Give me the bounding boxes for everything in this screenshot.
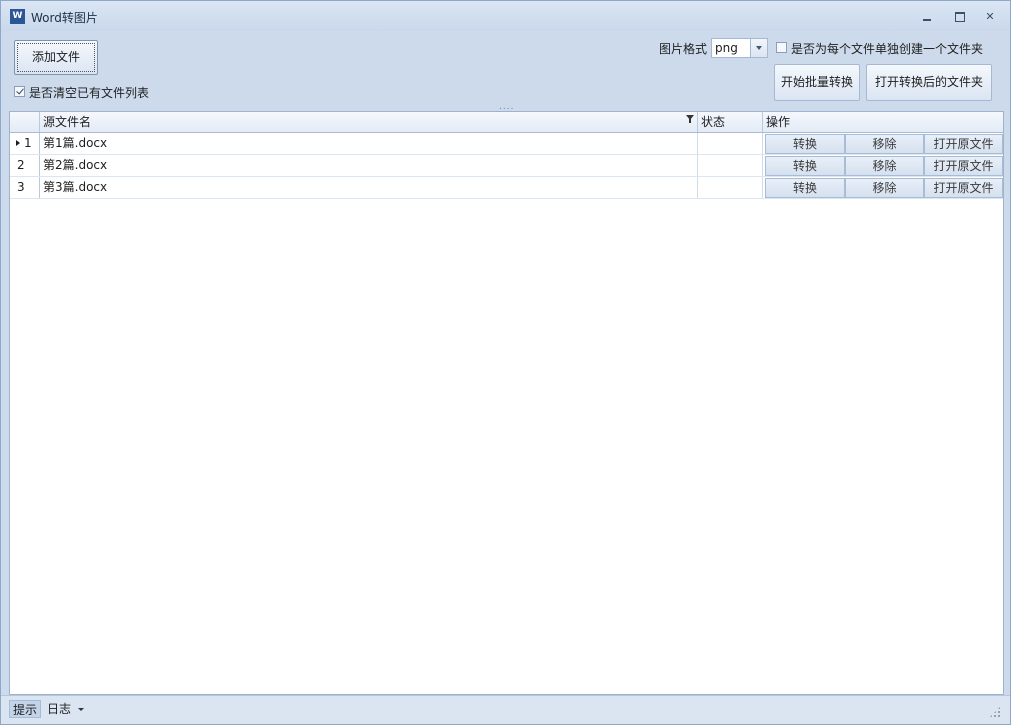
remove-button[interactable]: 移除 [845,134,924,154]
add-file-button[interactable]: 添加文件 [14,40,98,75]
row-indicator[interactable]: 2 [10,155,40,176]
convert-button[interactable]: 转换 [765,178,845,198]
window-title: Word转图片 [31,11,98,25]
image-format-label: 图片格式 [659,42,708,56]
create-folder-label[interactable]: 是否为每个文件单独创建一个文件夹 [791,40,983,57]
create-folder-checkbox[interactable] [776,42,787,53]
column-header-status[interactable]: 状态 [698,112,763,132]
start-batch-convert-button[interactable]: 开始批量转换 [774,64,860,101]
close-icon[interactable]: ✕ [979,9,1001,25]
row-number: 2 [17,158,25,172]
toolbar: 添加文件 是否清空已有文件列表 图片格式 png 是否为每个文件单独创建一个文件… [1,31,1010,112]
file-grid[interactable]: 源文件名 状态 操作 1 第1篇.docx 转换 移除 打开原文件 2 第2篇.… [9,111,1004,695]
status-cell [698,155,763,176]
filter-icon[interactable] [686,115,694,124]
status-cell [698,177,763,198]
chevron-down-icon[interactable] [78,708,84,711]
open-output-folder-button[interactable]: 打开转换后的文件夹 [866,64,992,101]
chevron-down-icon[interactable] [750,39,767,57]
image-format-select[interactable]: png [711,38,768,58]
row-indicator-header [10,112,40,132]
clear-list-checkbox[interactable] [14,86,25,97]
column-header-actions[interactable]: 操作 [763,112,1003,132]
column-header-source-file[interactable]: 源文件名 [40,112,698,132]
resize-grip-icon[interactable] [989,706,1001,718]
remove-button[interactable]: 移除 [845,178,924,198]
image-format-value: png [715,41,738,55]
table-row[interactable]: 1 第1篇.docx 转换 移除 打开原文件 [10,133,1003,155]
row-number: 3 [17,180,25,194]
table-row[interactable]: 3 第3篇.docx 转换 移除 打开原文件 [10,177,1003,199]
minimize-icon[interactable] [917,9,939,25]
open-source-file-button[interactable]: 打开原文件 [924,156,1003,176]
status-cell [698,133,763,154]
table-row[interactable]: 2 第2篇.docx 转换 移除 打开原文件 [10,155,1003,177]
convert-button[interactable]: 转换 [765,134,845,154]
source-file-cell[interactable]: 第1篇.docx [40,133,698,154]
row-indicator[interactable]: 3 [10,177,40,198]
word-app-icon: W [10,9,25,24]
tab-log[interactable]: 日志 [47,700,71,718]
tab-hint[interactable]: 提示 [9,700,42,718]
title-bar[interactable]: W Word转图片 ✕ [1,1,1010,31]
grid-header: 源文件名 状态 操作 [10,112,1003,133]
current-row-icon [16,140,20,146]
source-file-cell[interactable]: 第2篇.docx [40,155,698,176]
app-window: W Word转图片 ✕ 添加文件 是否清空已有文件列表 图片格式 png 是否为… [0,0,1011,725]
source-file-cell[interactable]: 第3篇.docx [40,177,698,198]
open-source-file-button[interactable]: 打开原文件 [924,178,1003,198]
row-indicator[interactable]: 1 [10,133,40,154]
remove-button[interactable]: 移除 [845,156,924,176]
convert-button[interactable]: 转换 [765,156,845,176]
status-bar: 提示 日志 [1,695,1010,724]
restore-icon[interactable] [948,9,970,25]
clear-list-label[interactable]: 是否清空已有文件列表 [29,84,149,101]
open-source-file-button[interactable]: 打开原文件 [924,134,1003,154]
row-number: 1 [24,136,32,150]
